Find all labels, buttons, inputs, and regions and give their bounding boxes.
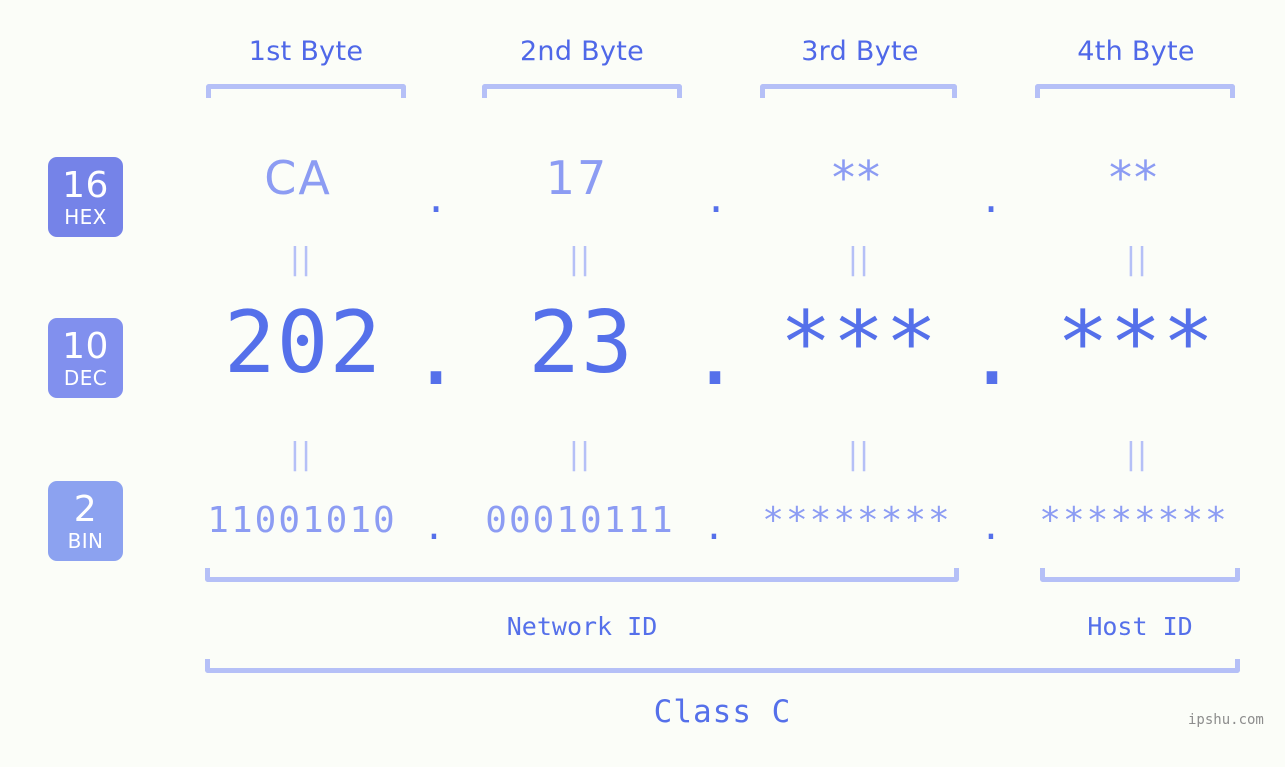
hex-byte-4: ** bbox=[1109, 151, 1159, 205]
equals-mark-hex-dec-2: || bbox=[568, 242, 592, 277]
hex-dot-2: . bbox=[708, 169, 724, 223]
host-id-label: Host ID bbox=[1087, 612, 1193, 641]
hex-dot-1: . bbox=[428, 169, 444, 223]
bin-byte-3: ******** bbox=[762, 500, 952, 541]
base-badge-hex: 16 HEX bbox=[48, 157, 123, 237]
equals-mark-dec-bin-2: || bbox=[568, 437, 592, 472]
byte-bracket-1 bbox=[206, 84, 406, 98]
base-badge-bin-number: 2 bbox=[73, 488, 98, 530]
ip-breakdown-diagram: 1st Byte 2nd Byte 3rd Byte 4th Byte 16 H… bbox=[0, 0, 1285, 767]
byte-bracket-2 bbox=[482, 84, 682, 98]
equals-mark-dec-bin-3: || bbox=[847, 437, 871, 472]
byte-header-1: 1st Byte bbox=[248, 36, 364, 67]
byte-bracket-4 bbox=[1035, 84, 1235, 98]
base-badge-dec-label: DEC bbox=[63, 365, 108, 390]
hex-byte-3: ** bbox=[832, 151, 882, 205]
class-bracket bbox=[205, 659, 1240, 673]
bin-byte-2: 00010111 bbox=[485, 500, 675, 541]
host-id-bracket bbox=[1040, 568, 1240, 582]
network-id-label: Network ID bbox=[506, 612, 658, 641]
equals-mark-hex-dec-4: || bbox=[1125, 242, 1149, 277]
byte-header-2: 2nd Byte bbox=[519, 36, 645, 67]
dec-dot-3: . bbox=[966, 305, 1018, 405]
dec-byte-2: 23 bbox=[528, 293, 634, 393]
base-badge-dec-number: 10 bbox=[62, 325, 109, 367]
hex-dot-3: . bbox=[983, 169, 999, 223]
dec-dot-1: . bbox=[410, 305, 462, 405]
dec-byte-4: *** bbox=[1056, 293, 1216, 393]
base-badge-bin-label: BIN bbox=[67, 528, 104, 553]
network-id-bracket bbox=[205, 568, 959, 582]
hex-byte-1: CA bbox=[264, 151, 332, 205]
byte-header-3: 3rd Byte bbox=[801, 36, 919, 67]
equals-mark-hex-dec-3: || bbox=[847, 242, 871, 277]
bin-dot-3: . bbox=[980, 507, 1002, 548]
watermark: ipshu.com bbox=[1188, 712, 1264, 728]
byte-header-4: 4th Byte bbox=[1077, 36, 1195, 67]
equals-mark-dec-bin-4: || bbox=[1125, 437, 1149, 472]
byte-bracket-3 bbox=[760, 84, 957, 98]
bin-dot-2: . bbox=[703, 507, 725, 548]
base-badge-hex-number: 16 bbox=[62, 164, 109, 206]
base-badge-hex-label: HEX bbox=[64, 204, 107, 229]
equals-mark-hex-dec-1: || bbox=[289, 242, 313, 277]
base-badge-bin: 2 BIN bbox=[48, 481, 123, 561]
equals-mark-dec-bin-1: || bbox=[289, 437, 313, 472]
bin-byte-4: ******** bbox=[1039, 500, 1229, 541]
dec-byte-1: 202 bbox=[223, 293, 383, 393]
dec-dot-2: . bbox=[689, 305, 741, 405]
class-label: Class C bbox=[653, 694, 792, 730]
hex-byte-2: 17 bbox=[545, 151, 609, 205]
base-badge-dec: 10 DEC bbox=[48, 318, 123, 398]
dec-byte-3: *** bbox=[779, 293, 939, 393]
bin-dot-1: . bbox=[423, 507, 445, 548]
bin-byte-1: 11001010 bbox=[207, 500, 397, 541]
